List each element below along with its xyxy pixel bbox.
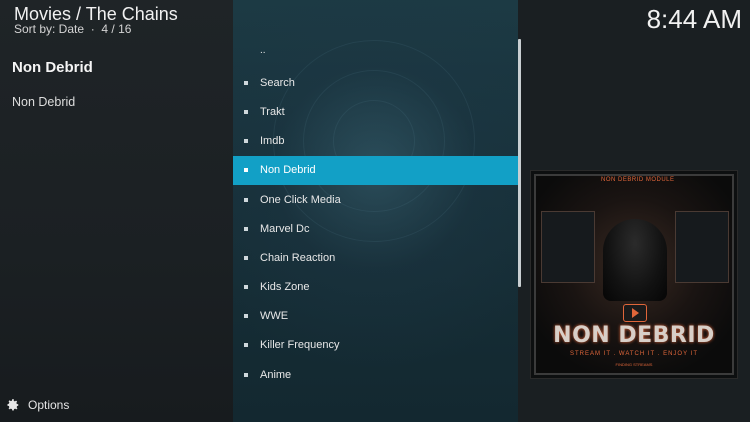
play-icon: [623, 304, 647, 322]
list-item-kids-zone[interactable]: Kids Zone: [233, 273, 518, 302]
list-item-wwe[interactable]: WWE: [233, 302, 518, 331]
list-item-trakt[interactable]: Trakt: [233, 97, 518, 126]
list-item-label: Kids Zone: [260, 281, 310, 294]
poster-monitor-right: [675, 211, 729, 283]
clock: 8:44 AM: [646, 4, 742, 34]
poster-title-text: NON DEBRID: [553, 323, 715, 348]
list-item-chain-reaction[interactable]: Chain Reaction: [233, 243, 518, 272]
list-item-label: ..: [260, 45, 266, 56]
poster-monitor-left: [541, 211, 595, 283]
gear-icon: [7, 399, 19, 411]
list-item-marvel-dc[interactable]: Marvel Dc: [233, 214, 518, 243]
list-item-label: Imdb: [260, 135, 285, 148]
item-position: 4 / 16: [101, 22, 132, 36]
list-scrollbar[interactable]: [518, 39, 521, 287]
list-item-label: One Click Media: [260, 193, 341, 206]
bullet-icon: [244, 226, 248, 231]
list-item-label: Chain Reaction: [260, 251, 336, 264]
poster-header-text: NON DEBRID MODULE: [601, 177, 675, 183]
sort-label: Sort by: Date: [14, 22, 85, 36]
bullet-icon: [244, 80, 248, 85]
info-title: Non Debrid: [12, 59, 93, 76]
bullet-icon: [244, 285, 248, 290]
list-item-anime[interactable]: Anime: [233, 360, 518, 389]
options-button[interactable]: Options: [6, 398, 69, 412]
list-item-label: Trakt: [260, 105, 285, 118]
list-item-label: Anime: [260, 368, 292, 381]
list-item-one-click-media[interactable]: One Click Media: [233, 185, 518, 214]
poster-artwork: NON DEBRID MODULE NON DEBRID STREAM IT .…: [530, 170, 738, 379]
list-item-parent[interactable]: ..: [233, 39, 518, 68]
bullet-icon: [244, 168, 248, 173]
list-item-imdb[interactable]: Imdb: [233, 127, 518, 156]
list-item-label: Search: [260, 76, 295, 89]
bullet-icon: [244, 197, 248, 202]
list-item-label: Non Debrid: [260, 164, 316, 177]
bullet-icon: [244, 343, 248, 348]
poster-small-text: FINDING STREAMS: [615, 362, 653, 367]
list-item-non-debrid[interactable]: Non Debrid: [233, 155, 518, 185]
list-item-label: Marvel Dc: [260, 222, 310, 235]
list-item-label: Killer Frequency: [260, 339, 340, 352]
list-item-label: WWE: [260, 310, 289, 323]
bullet-icon: [244, 109, 248, 114]
poster-tagline: STREAM IT . WATCH IT . ENJOY IT: [569, 351, 698, 357]
sort-info[interactable]: Sort by: Date · 4 / 16: [14, 22, 131, 36]
bullet-icon: [244, 255, 248, 260]
hooded-figure: [603, 219, 667, 301]
list-item-search[interactable]: Search: [233, 68, 518, 97]
list-item-killer-frequency[interactable]: Killer Frequency: [233, 331, 518, 360]
bullet-icon: [244, 372, 248, 377]
content-list: .. Search Trakt Imdb Non Debrid One Clic…: [233, 39, 518, 389]
options-label: Options: [28, 398, 70, 412]
bullet-icon: [244, 139, 248, 144]
bullet-icon: [244, 314, 248, 319]
info-plot: Non Debrid: [12, 95, 76, 109]
